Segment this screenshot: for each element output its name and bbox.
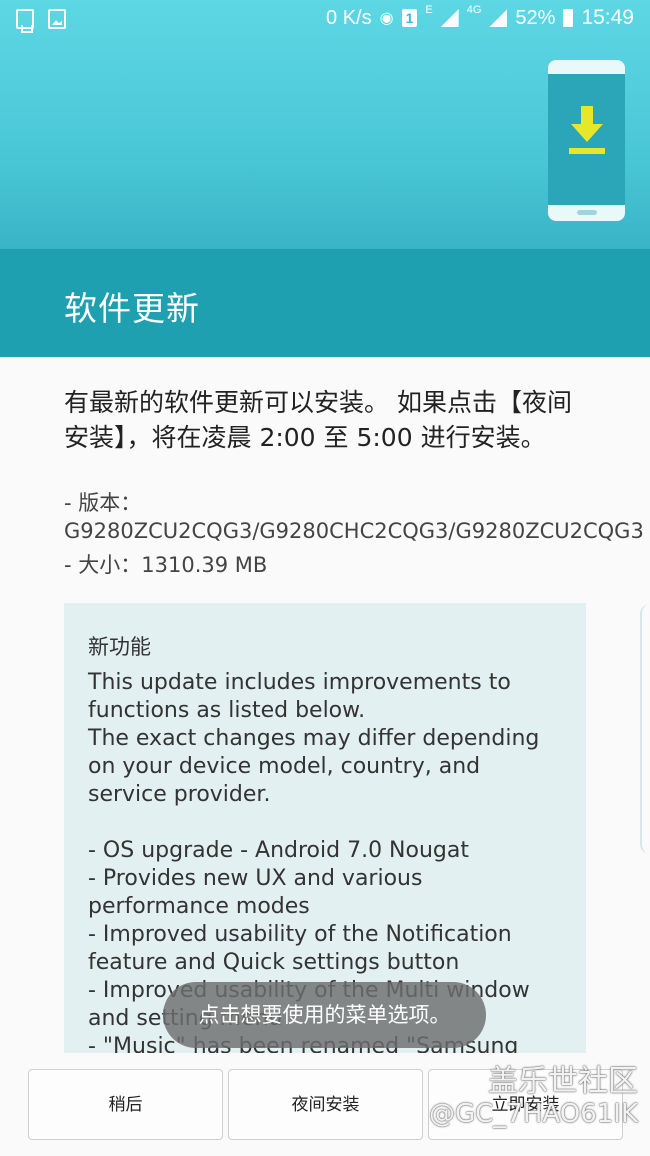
phone-home-button [577, 210, 597, 215]
release-notes-heading: 新功能 [88, 635, 151, 659]
screen-icon [16, 9, 34, 33]
page-title: 软件更新 [64, 289, 200, 328]
watermark: 盖乐世社区 @GC_7HAO61IK [429, 1066, 638, 1130]
scroll-indicator[interactable] [640, 604, 650, 854]
watermark-title: 盖乐世社区 [488, 1064, 638, 1099]
content: 有最新的软件更新可以安装。 如果点击【夜间安装】，将在凌晨 2:00 至 5:0… [0, 357, 650, 1069]
net-4g-label: 4G [466, 4, 482, 16]
release-note-line: - Improved usability of the Notification… [88, 922, 519, 975]
gallery-icon [48, 9, 66, 29]
signal-icon [440, 9, 459, 27]
release-note-line: - Provides new UX and various performanc… [88, 866, 430, 919]
sim-badge: 1 [401, 9, 418, 27]
net-speed: 0 K/s [326, 6, 372, 29]
wifi-icon: ◉ [379, 10, 394, 27]
header: 0 K/s ◉ 1 E 4G 52% 15:49 软件更新 [0, 0, 650, 357]
battery-percent: 52% [515, 6, 556, 29]
update-description: 有最新的软件更新可以安装。 如果点击【夜间安装】，将在凌晨 2:00 至 5:0… [64, 388, 572, 452]
release-note-line [88, 809, 562, 837]
release-note-line: This update includes improvements to fun… [88, 670, 518, 723]
download-arrow-icon [569, 106, 605, 154]
net-e-label: E [425, 4, 433, 16]
battery-icon [563, 9, 574, 27]
phone-download-illustration [548, 60, 625, 221]
later-button[interactable]: 稍后 [28, 1069, 223, 1140]
watermark-handle: @GC_7HAO61IK [429, 1099, 638, 1129]
toast-message: 点击想要使用的菜单选项。 [163, 982, 486, 1048]
size-info: - 大小：1310.39 MB [64, 553, 268, 577]
status-bar: 0 K/s ◉ 1 E 4G 52% 15:49 [0, 0, 650, 40]
night-install-button[interactable]: 夜间安装 [228, 1069, 423, 1140]
clock: 15:49 [581, 6, 634, 29]
release-note-line: The exact changes may differ depending o… [88, 726, 547, 807]
version-info: - 版本：G9280ZCU2CQG3/G9280CHC2CQG3/G9280ZC… [64, 491, 644, 543]
release-note-line: - OS upgrade - Android 7.0 Nougat [88, 838, 469, 863]
signal-icon [489, 9, 508, 27]
